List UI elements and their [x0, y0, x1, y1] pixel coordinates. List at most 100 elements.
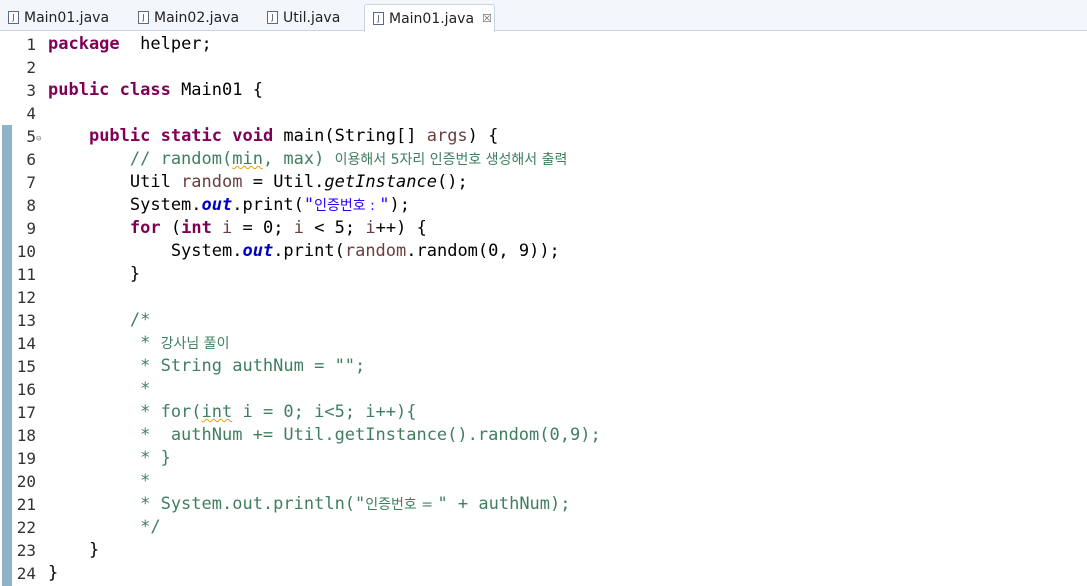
code-line[interactable]: 24} [0, 562, 1087, 585]
code-token: /* [48, 310, 151, 330]
code-token: .print( [273, 241, 345, 261]
code-line[interactable]: 4 [0, 102, 1087, 125]
code-token: , max) [262, 149, 335, 169]
line-number: 9 [26, 219, 36, 238]
code-line[interactable]: 21 * System.out.println("인증번호 = " + auth… [0, 493, 1087, 516]
code-text: public class Main01 { [48, 79, 263, 102]
line-number: 19 [16, 449, 36, 468]
code-line[interactable]: 8 System.out.print("인증번호 : "); [0, 194, 1087, 217]
code-text: public static void main(String[] args) { [48, 125, 498, 148]
line-number: 17 [16, 403, 36, 422]
code-line[interactable]: 9 for (int i = 0; i < 5; i++) { [0, 217, 1087, 240]
code-text: * for(int i = 0; i<5; i++){ [48, 401, 416, 424]
code-line[interactable]: 1 package helper; [0, 33, 1087, 56]
editor-tab-bar: J Main01.java J Main02.java J Util.java … [0, 0, 1087, 32]
code-text: System.out.print(random.random(0, 9)); [48, 240, 560, 263]
code-token: out [242, 241, 274, 261]
code-text: for (int i = 0; i < 5; i++) { [48, 217, 427, 240]
code-token: * System.out.println(" [48, 494, 366, 514]
close-tab-icon[interactable]: ☒ [482, 12, 492, 25]
code-line[interactable]: 19 * } [0, 447, 1087, 470]
code-token: * authNum += Util.getInstance().random(0… [48, 425, 601, 445]
tab-main01-active[interactable]: J Main01.java ☒ [364, 4, 495, 32]
code-line[interactable]: 5 ⊖ public static void main(String[] args… [0, 125, 1087, 148]
code-text: Util random = Util.getInstance(); [48, 171, 468, 194]
code-token: random [181, 172, 243, 192]
code-line[interactable]: 12 [0, 286, 1087, 309]
code-token: */ [48, 517, 161, 537]
line-number: 11 [16, 265, 36, 284]
code-token: args [426, 126, 468, 146]
line-number: 14 [16, 334, 36, 353]
java-file-icon: J [373, 12, 384, 25]
line-number: 12 [16, 288, 36, 307]
code-token: 인증번호 = [365, 497, 438, 513]
tab-main01-first[interactable]: J Main01.java [8, 4, 109, 31]
line-number: 6 [26, 150, 36, 169]
tab-main02[interactable]: J Main02.java [138, 4, 239, 31]
code-token: * for( [48, 402, 202, 422]
code-line[interactable]: 3 public class Main01 { [0, 79, 1087, 102]
code-line[interactable]: 16 * [0, 378, 1087, 401]
code-line[interactable]: 17 * for(int i = 0; i<5; i++){ [0, 401, 1087, 424]
code-line[interactable]: 15 * String authNum = ""; [0, 355, 1087, 378]
code-token: public static void [88, 126, 284, 146]
code-text: * } [48, 447, 171, 470]
code-line[interactable]: 22 */ [0, 516, 1087, 539]
line-number: 4 [26, 104, 36, 123]
code-line[interactable]: 10 System.out.print(random.random(0, 9))… [0, 240, 1087, 263]
code-token: ) { [467, 126, 499, 146]
code-token: ); [389, 195, 411, 215]
code-token: * String authNum = ""; [48, 356, 366, 376]
line-number: 13 [16, 311, 36, 330]
line-number: 16 [16, 380, 36, 399]
code-line[interactable]: 13 /* [0, 309, 1087, 332]
code-token: // random( [48, 149, 233, 169]
code-token: getInstance [324, 172, 437, 192]
line-number: 20 [16, 472, 36, 491]
tab-label: Main01.java [389, 10, 475, 27]
line-number: 2 [26, 58, 36, 77]
code-text: // random(min, max) 이용해서 5자리 인증번호 생성해서 출… [48, 148, 568, 172]
code-editor[interactable]: 1 package helper; 2 3 public class Main01 {4… [0, 31, 1087, 586]
code-token: .print( [232, 195, 304, 215]
code-text: } [48, 562, 58, 585]
code-text: * [48, 470, 150, 493]
code-token: System. [48, 195, 202, 215]
code-token: i = 0; i<5; i++){ [232, 402, 417, 422]
tab-label: Util.java [283, 9, 341, 26]
code-token: .random(0, 9)); [406, 241, 560, 261]
code-line[interactable]: 20 * [0, 470, 1087, 493]
code-token: = 0; [232, 218, 294, 238]
code-text: System.out.print("인증번호 : "); [48, 194, 410, 218]
code-line[interactable]: 11 } [0, 263, 1087, 286]
code-token: ( [170, 218, 182, 238]
code-token: } [48, 563, 59, 583]
code-line[interactable]: 14 * 강사님 풀이 [0, 332, 1087, 355]
code-line[interactable]: 6 // random(min, max) 이용해서 5자리 인증번호 생성해서… [0, 148, 1087, 171]
code-text: */ [48, 516, 161, 539]
code-token: random [344, 241, 407, 261]
code-text: * System.out.println("인증번호 = " + authNum… [48, 493, 570, 517]
line-number: 23 [16, 541, 36, 560]
code-line[interactable]: 2 [0, 56, 1087, 79]
code-line[interactable]: 23 } [0, 539, 1087, 562]
tab-util[interactable]: J Util.java [267, 4, 340, 31]
code-text: * 강사님 풀이 [48, 332, 229, 356]
code-token: 인증번호 : [314, 198, 380, 214]
code-token: out [201, 195, 233, 215]
code-token: int [181, 218, 223, 238]
code-token: int [201, 402, 233, 422]
code-line[interactable]: 18 * authNum += Util.getInstance().rando… [0, 424, 1087, 447]
code-text: package helper; [48, 33, 212, 56]
code-token: = Util. [242, 172, 325, 192]
code-token: min [232, 149, 263, 169]
code-line[interactable]: 7 Util random = Util.getInstance(); [0, 171, 1087, 194]
line-number: 21 [16, 495, 36, 514]
code-token: i [293, 218, 304, 238]
line-number: 1 [26, 35, 36, 54]
code-text: * authNum += Util.getInstance().random(0… [48, 424, 601, 447]
line-number: 22 [16, 518, 36, 537]
code-token: } [48, 540, 100, 560]
